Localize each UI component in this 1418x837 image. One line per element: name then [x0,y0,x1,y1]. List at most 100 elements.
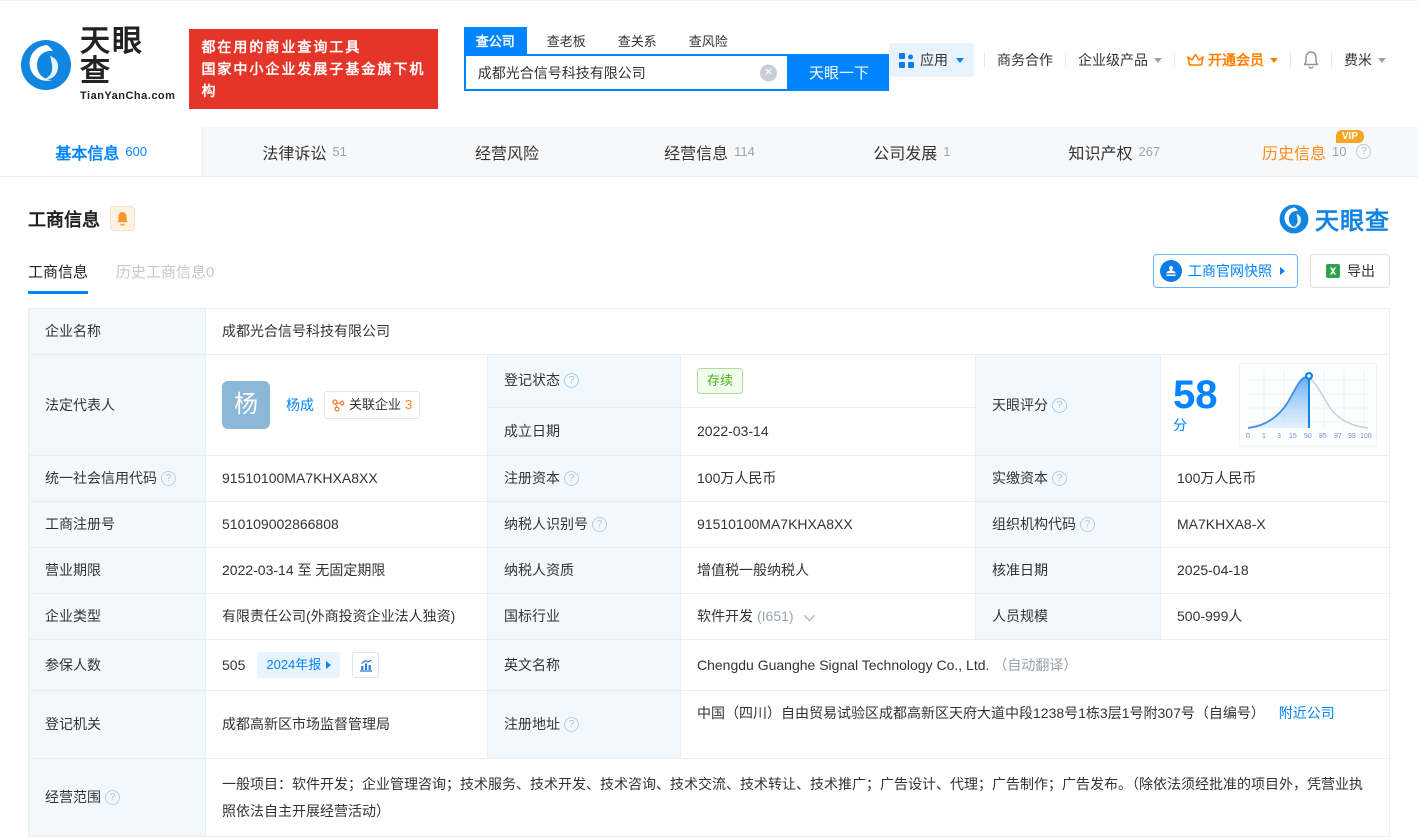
search-tab-relation[interactable]: 查关系 [606,27,669,54]
insured-trend-button[interactable] [352,652,379,678]
tab-operation-risk[interactable]: 经营风险 [406,127,608,176]
subtab-history-business-info[interactable]: 历史工商信息0 [116,261,214,294]
svg-text:85: 85 [1319,433,1327,440]
cooperation-label: 商务合作 [997,50,1053,70]
tianyancha-logo[interactable]: 天眼查 TianYanCha.com [20,27,175,102]
help-icon[interactable]: ? [1052,471,1067,486]
org-code-label: 组织机构代码? [976,502,1161,547]
insured-value: 505 2024年报 [206,640,488,690]
credit-code-text: 统一社会信用代码 [45,468,157,489]
related-companies-badge[interactable]: 关联企业 3 [324,391,420,419]
tab-count: 600 [125,144,147,159]
tianyan-score[interactable]: 58分 [1161,355,1389,455]
tab-intellectual-property[interactable]: 知识产权 267 [1013,127,1215,176]
taxpayer-id-text: 纳税人识别号 [504,514,588,535]
svg-text:15: 15 [1289,433,1297,440]
help-icon[interactable]: ? [564,373,579,388]
help-icon[interactable]: ? [105,790,120,805]
slogan-line2: 国家中小企业发展子基金旗下机构 [201,58,425,102]
svg-text:50: 50 [1304,433,1312,440]
chevron-down-icon [1270,58,1278,63]
crown-icon [1187,53,1204,67]
tab-legal-litigation[interactable]: 法律诉讼 51 [203,127,405,176]
search-tabs: 查公司 查老板 查关系 查风险 [464,27,889,54]
search-input[interactable] [466,56,787,89]
business-scope-text: 经营范围 [45,787,101,808]
related-companies-text: 关联企业 [349,395,401,415]
legal-rep-name-link[interactable]: 杨成 [286,395,314,416]
export-button[interactable]: 导出 [1310,254,1390,288]
search-button[interactable]: 天眼一下 [789,54,889,91]
reg-capital-text: 注册资本 [504,468,560,489]
enterprise-label: 企业级产品 [1078,50,1148,70]
english-name-label: 英文名称 [488,640,681,690]
apps-menu-button[interactable]: 应用 [889,43,974,77]
address-text: 注册地址 [504,714,560,735]
help-icon[interactable]: ? [1356,144,1371,159]
logo-brand-text: 天眼查 [80,27,175,87]
chevron-down-icon[interactable] [803,609,814,620]
top-nav: 应用 商务合作 企业级产品 开通会员 费米 [889,43,1398,77]
company-name-value: 成都光合信号科技有限公司 [206,309,1389,354]
subtab-business-info[interactable]: 工商信息 [28,261,88,294]
tab-basic-info[interactable]: 基本信息 600 [0,127,203,176]
help-icon[interactable]: ? [1080,517,1095,532]
tianyancha-logo-icon [1279,204,1309,234]
help-icon[interactable]: ? [592,517,607,532]
search-tab-boss[interactable]: 查老板 [535,27,598,54]
annual-report-label: 2024年报 [266,655,321,675]
address-full-text: 中国（四川）自由贸易试验区成都高新区天府大道中段1238号1栋3层1号附307号… [697,705,1265,721]
search-tab-risk[interactable]: 查风险 [677,27,740,54]
monitor-bell-button[interactable] [110,206,135,231]
tab-label: 法律诉讼 [262,140,326,164]
org-code-value: MA7KHXA8-X [1161,502,1389,547]
help-icon[interactable]: ? [1052,398,1067,413]
nav-notifications[interactable] [1291,51,1331,69]
reg-authority-value: 成都高新区市场监督管理局 [206,691,488,758]
nav-vip-membership[interactable]: 开通会员 [1175,50,1290,70]
table-row: 统一社会信用代码? 91510100MA7KHXA8XX 注册资本? 100万人… [29,456,1389,502]
nav-user-menu[interactable]: 费米 [1332,50,1398,70]
apps-label: 应用 [920,50,948,70]
clear-icon[interactable]: ✕ [760,64,777,81]
monitor-bell-icon [116,211,129,226]
arrow-right-icon [326,661,331,669]
search-tab-company[interactable]: 查公司 [464,27,527,54]
business-info-table: 企业名称 成都光合信号科技有限公司 法定代表人 杨 杨成 关联企业 3 登记状态… [28,308,1390,837]
svg-text:3: 3 [1277,433,1281,440]
taxpayer-quality-value: 增值税一般纳税人 [681,548,976,593]
company-type-label: 企业类型 [29,594,206,639]
credit-code-value: 91510100MA7KHXA8XX [206,456,488,501]
table-row: 经营范围? 一般项目：软件开发；企业管理咨询；技术服务、技术开发、技术咨询、技术… [29,759,1389,837]
help-icon[interactable]: ? [161,471,176,486]
table-row: 工商注册号 510109002866808 纳税人识别号? 91510100MA… [29,502,1389,548]
business-scope-value: 一般项目：软件开发；企业管理咨询；技术服务、技术开发、技术咨询、技术交流、技术转… [206,759,1389,836]
industry-value: 软件开发(I651) [681,594,976,639]
nav-enterprise-products[interactable]: 企业级产品 [1066,50,1174,70]
tab-history-info[interactable]: VIP 历史信息 10 ? [1216,127,1418,176]
tianyancha-logo-icon [20,39,72,91]
help-icon[interactable]: ? [564,717,579,732]
official-snapshot-button[interactable]: 工商官网快照 [1153,254,1298,288]
table-row: 参保人数 505 2024年报 英文名称 Chengdu Guanghe Sig… [29,640,1389,691]
chart-icon [359,659,373,672]
tab-label: 经营风险 [475,140,539,164]
svg-text:1: 1 [1262,433,1266,440]
english-name-value: Chengdu Guanghe Signal Technology Co., L… [681,640,1389,690]
avatar[interactable]: 杨 [222,381,270,429]
reg-authority-label: 登记机关 [29,691,206,758]
annual-report-badge[interactable]: 2024年报 [257,652,340,678]
help-icon[interactable]: ? [564,471,579,486]
reg-status-text: 登记状态 [504,370,560,391]
industry-label: 国标行业 [488,594,681,639]
status-date-subgrid: 登记状态? 存续 成立日期 2022-03-14 [488,355,976,455]
tab-company-development[interactable]: 公司发展 1 [811,127,1013,176]
chevron-down-icon [956,58,964,63]
score-value: 58 [1173,373,1218,417]
tab-operation-info[interactable]: 经营信息 114 [608,127,810,176]
tab-count: 51 [332,144,346,159]
nearby-companies-link[interactable]: 附近公司 [1279,705,1335,721]
nav-cooperation[interactable]: 商务合作 [985,50,1065,70]
table-row: 登记机关 成都高新区市场监督管理局 注册地址? 中国（四川）自由贸易试验区成都高… [29,691,1389,759]
approval-date-label: 核准日期 [976,548,1161,593]
